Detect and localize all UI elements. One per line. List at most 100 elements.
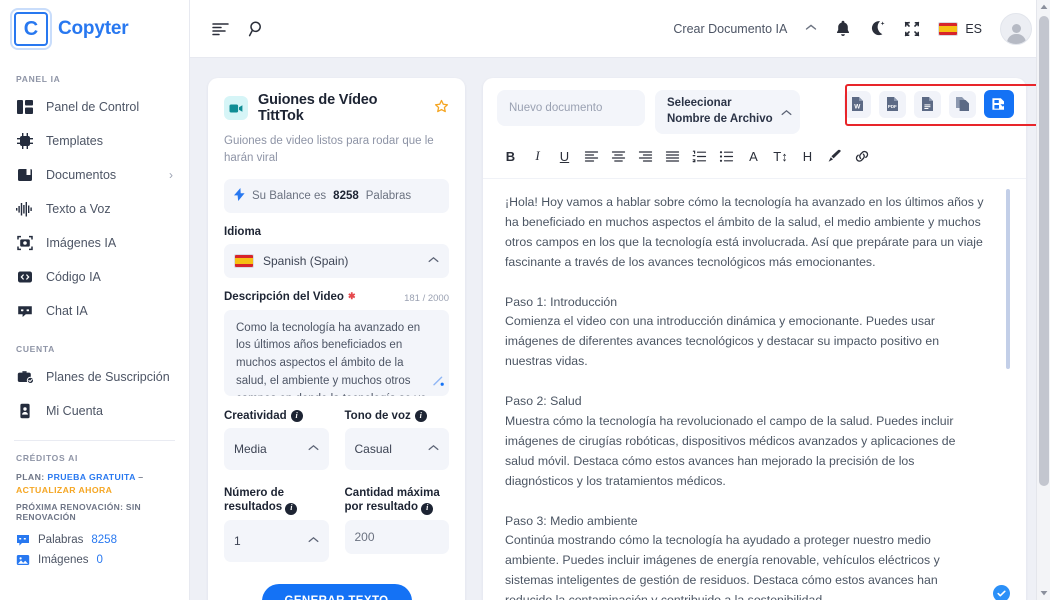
star-icon[interactable]: [434, 99, 449, 117]
description-label-text: Descripción del Video: [224, 291, 344, 303]
document-editor-panel: Nuevo documento Seleecionar Nombre de Ar…: [483, 78, 1026, 600]
save-document-button[interactable]: [984, 90, 1014, 118]
heading-button[interactable]: H: [794, 144, 821, 168]
chevron-up-icon[interactable]: [805, 23, 817, 35]
balance-suffix: Palabras: [366, 190, 411, 202]
bell-icon[interactable]: [835, 20, 851, 37]
export-text-button[interactable]: [914, 91, 941, 118]
description-textarea[interactable]: Como la tecnología ha avanzado en los úl…: [224, 310, 449, 396]
editor-body[interactable]: ¡Hola! Hoy vamos a hablar sobre cómo la …: [483, 178, 1026, 600]
credit-row-imagenes: Imágenes 0: [16, 550, 173, 570]
generate-text-button[interactable]: GENERAR TEXTO: [262, 584, 412, 600]
window-scrollbar-thumb[interactable]: [1039, 16, 1049, 486]
form-panel-column: Guiones de Vídeo TittTok Guiones de vide…: [190, 78, 465, 600]
sidebar-item-panel-de-control[interactable]: Panel de Control: [0, 90, 189, 124]
template-form-panel: Guiones de Vídeo TittTok Guiones de vide…: [208, 78, 465, 600]
ordered-list-button[interactable]: [686, 144, 713, 168]
credits-block: PLAN: PRUEBA GRATUITA – ACTUALIZAR AHORA…: [0, 469, 189, 580]
sidebar-item-chat-ia[interactable]: Chat IA: [0, 294, 189, 328]
editor-export-actions: W PDF: [844, 90, 1016, 118]
plan-name: PRUEBA GRATUITA: [47, 472, 135, 482]
chevron-up-icon: [428, 443, 439, 455]
window-scrollbar[interactable]: [1036, 0, 1050, 600]
sidebar-item-label: Documentos: [46, 168, 157, 182]
credit-value: 8258: [91, 534, 117, 546]
font-size-button[interactable]: T↕: [767, 144, 794, 168]
language-select[interactable]: Spanish (Spain): [224, 244, 449, 278]
maxqty-field: Cantidad máxima por resultado i 200: [345, 486, 450, 562]
briefcase-check-icon: [16, 368, 34, 386]
sidebar-section-panel: PANEL IA: [0, 66, 189, 90]
editor-toolbar: B I U: [483, 140, 1026, 178]
file-name-select[interactable]: Seleecionar Nombre de Archivo: [655, 90, 800, 134]
brand-name: Copyter: [58, 18, 128, 40]
info-icon[interactable]: i: [415, 410, 427, 422]
sidebar-item-imagenes-ia[interactable]: Imágenes IA: [0, 226, 189, 260]
italic-button[interactable]: I: [524, 144, 551, 168]
sidebar-item-mi-cuenta[interactable]: Mi Cuenta: [0, 394, 189, 428]
camera-icon: [16, 234, 34, 252]
document-name-input[interactable]: Nuevo documento: [497, 90, 645, 126]
maxqty-input[interactable]: 200: [345, 520, 450, 554]
editor-scrollbar-thumb[interactable]: [1006, 189, 1010, 369]
info-icon[interactable]: i: [291, 410, 303, 422]
brand[interactable]: C Copyter: [0, 0, 189, 58]
tone-value: Casual: [355, 442, 420, 456]
required-marker: ✱: [348, 291, 356, 302]
sidebar-item-texto-a-voz[interactable]: Texto a Voz: [0, 192, 189, 226]
content-area: Guiones de Vídeo TittTok Guiones de vide…: [190, 58, 1050, 600]
sidebar-item-codigo-ia[interactable]: Código IA: [0, 260, 189, 294]
info-icon[interactable]: i: [285, 503, 297, 515]
plan-prefix: PLAN:: [16, 472, 45, 482]
tone-select[interactable]: Casual: [345, 428, 450, 470]
topbar-left: [212, 20, 266, 38]
chevron-right-icon: ›: [169, 168, 175, 182]
align-center-button[interactable]: [605, 144, 632, 168]
underline-button[interactable]: U: [551, 144, 578, 168]
results-maxqty-row: Número de resultados i 1: [224, 486, 449, 562]
copy-button[interactable]: [949, 91, 976, 118]
brush-icon[interactable]: [821, 144, 848, 168]
chevron-up-icon: [428, 255, 439, 267]
scroll-down-arrow-icon[interactable]: [1037, 586, 1050, 600]
menu-align-left-icon[interactable]: [212, 21, 230, 37]
check-circle-icon[interactable]: [993, 585, 1010, 600]
plan-upgrade-link[interactable]: ACTUALIZAR AHORA: [16, 485, 112, 495]
creativity-value: Media: [234, 442, 299, 456]
language-selector[interactable]: ES: [938, 22, 982, 36]
chat-icon: [16, 302, 34, 320]
results-label-row: Número de resultados i: [224, 486, 329, 516]
sidebar-item-label: Planes de Suscripción: [46, 370, 175, 384]
link-button[interactable]: [848, 144, 875, 168]
balance-banner: Su Balance es 8258 Palabras: [224, 179, 449, 213]
bold-button[interactable]: B: [497, 144, 524, 168]
create-document-button[interactable]: Crear Documento IA: [673, 22, 787, 36]
moon-icon[interactable]: [869, 20, 886, 37]
align-justify-button[interactable]: [659, 144, 686, 168]
search-icon[interactable]: [248, 20, 266, 38]
results-select[interactable]: 1: [224, 520, 329, 562]
avatar[interactable]: [1000, 13, 1032, 45]
scroll-up-arrow-icon[interactable]: [1037, 0, 1050, 14]
resize-handle[interactable]: [433, 375, 444, 392]
creativity-select[interactable]: Media: [224, 428, 329, 470]
editor-column: Nuevo documento Seleecionar Nombre de Ar…: [465, 78, 1050, 600]
chevron-up-icon: [781, 105, 792, 120]
export-pdf-button[interactable]: PDF: [879, 91, 906, 118]
language-label: ES: [965, 22, 982, 36]
align-right-button[interactable]: [632, 144, 659, 168]
collapse-icon[interactable]: [904, 21, 920, 37]
description-field-label: Descripción del Video ✱: [224, 291, 355, 303]
svg-text:W: W: [854, 104, 861, 111]
topbar: Crear Documento IA ES: [190, 0, 1050, 58]
sidebar-item-templates[interactable]: Templates: [0, 124, 189, 158]
export-word-button[interactable]: W: [844, 91, 871, 118]
bullet-list-button[interactable]: [713, 144, 740, 168]
font-button[interactable]: A: [740, 144, 767, 168]
align-left-button[interactable]: [578, 144, 605, 168]
description-counter: 181 / 2000: [404, 291, 449, 304]
sidebar-section-account: CUENTA: [0, 328, 189, 360]
sidebar-item-documentos[interactable]: Documentos ›: [0, 158, 189, 192]
sidebar-item-planes-de-suscripcion[interactable]: Planes de Suscripción: [0, 360, 189, 394]
info-icon[interactable]: i: [421, 503, 433, 515]
